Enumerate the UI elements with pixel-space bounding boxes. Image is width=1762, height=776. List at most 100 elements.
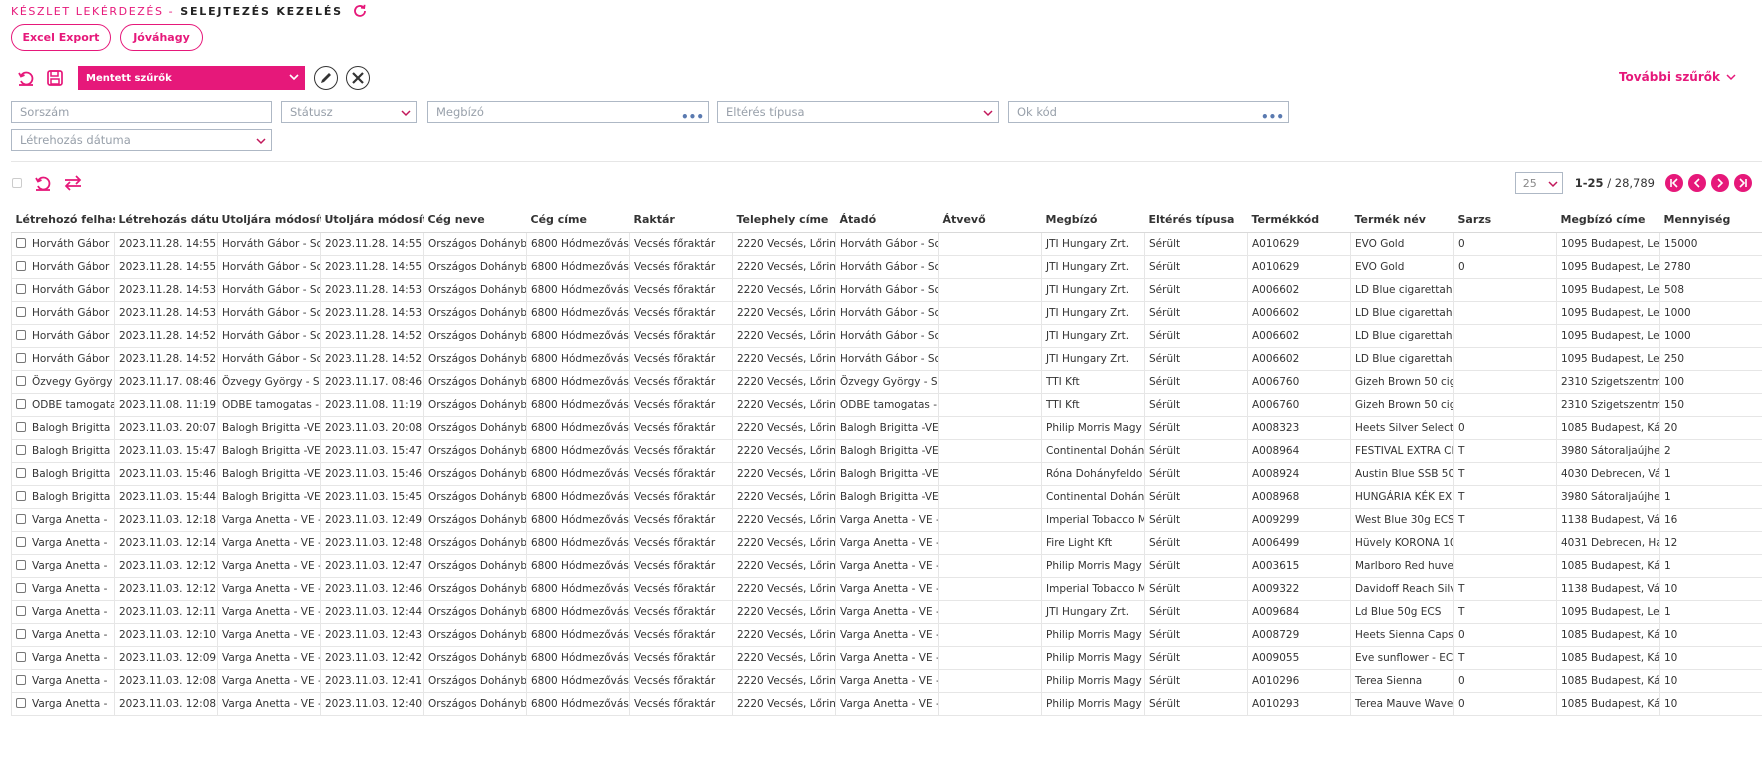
client-filter-input[interactable]: Megbízó ••• bbox=[427, 101, 709, 123]
table-row[interactable]: Balogh Brigitta 2023.11.03. 15:47: Balogh … bbox=[11, 439, 1762, 463]
table-row[interactable]: Horváth Gábor 2023.11.28. 14:55: Horváth G… bbox=[11, 232, 1762, 256]
table-cell: 1095 Budapest, Le bbox=[1556, 600, 1660, 624]
row-checkbox[interactable] bbox=[16, 651, 26, 662]
row-checkbox[interactable] bbox=[16, 260, 26, 271]
edit-filter-button[interactable] bbox=[314, 66, 338, 90]
row-checkbox[interactable] bbox=[16, 352, 26, 363]
delete-filter-button[interactable] bbox=[346, 66, 370, 90]
table-row[interactable]: Varga Anetta -2023.11.03. 12:10: Varga An… bbox=[11, 623, 1762, 647]
row-checkbox[interactable] bbox=[16, 582, 26, 593]
column-header[interactable]: Telephely címe bbox=[732, 207, 836, 233]
table-row[interactable]: Varga Anetta -2023.11.03. 12:18: Varga An… bbox=[11, 508, 1762, 532]
row-checkbox[interactable] bbox=[16, 444, 26, 455]
select-all-checkbox[interactable] bbox=[12, 178, 22, 188]
table-row[interactable]: Varga Anetta -2023.11.03. 12:14: Varga An… bbox=[11, 531, 1762, 555]
table-cell: Sérült bbox=[1144, 347, 1248, 371]
row-checkbox[interactable] bbox=[16, 605, 26, 616]
row-checkbox[interactable] bbox=[16, 513, 26, 524]
table-row[interactable]: Horváth Gábor 2023.11.28. 14:55: Horváth G… bbox=[11, 255, 1762, 279]
row-checkbox[interactable] bbox=[16, 697, 26, 708]
column-header[interactable]: Cég neve bbox=[423, 207, 527, 233]
column-header[interactable]: Megbízó bbox=[1041, 207, 1145, 233]
chevron-down-icon bbox=[1548, 181, 1558, 188]
column-header[interactable]: Létrehozó felhasználó bbox=[11, 207, 115, 233]
column-header[interactable]: Eltérés típusa bbox=[1144, 207, 1248, 233]
table-row[interactable]: Özvegy György 2023.11.17. 08:46: Özvegy Gy… bbox=[11, 370, 1762, 394]
table-row[interactable]: Horváth Gábor 2023.11.28. 14:53: Horváth G… bbox=[11, 278, 1762, 302]
column-header[interactable]: Utoljára módosítva bbox=[320, 207, 424, 233]
swap-columns-icon[interactable] bbox=[62, 172, 84, 194]
column-header[interactable]: Utoljára módosító bbox=[217, 207, 321, 233]
column-header[interactable]: Cég címe bbox=[526, 207, 630, 233]
table-row[interactable]: Balogh Brigitta 2023.11.03. 15:46: Balogh … bbox=[11, 462, 1762, 486]
excel-export-button[interactable]: Excel Export bbox=[11, 24, 111, 51]
status-filter-select[interactable]: Státusz bbox=[281, 101, 417, 123]
row-checkbox[interactable] bbox=[16, 674, 26, 685]
column-header[interactable]: Átvevő bbox=[938, 207, 1042, 233]
save-filter-icon[interactable] bbox=[44, 67, 66, 89]
table-row[interactable]: Balogh Brigitta 2023.11.03. 15:44: Balogh … bbox=[11, 485, 1762, 509]
row-checkbox[interactable] bbox=[16, 329, 26, 340]
table-row[interactable]: Balogh Brigitta 2023.11.03. 20:07: Balogh … bbox=[11, 416, 1762, 440]
table-cell: Sérült bbox=[1144, 508, 1248, 532]
column-header[interactable]: Sarzs bbox=[1453, 207, 1557, 233]
table-cell: 2023.11.03. 20:08: bbox=[320, 416, 424, 440]
column-header[interactable]: Átadó bbox=[835, 207, 939, 233]
column-header[interactable]: Raktár bbox=[629, 207, 733, 233]
table-cell: Balogh Brigitta -VE bbox=[217, 439, 321, 463]
row-checkbox[interactable] bbox=[16, 375, 26, 386]
column-header[interactable]: Termékkód bbox=[1247, 207, 1351, 233]
prev-page-button[interactable] bbox=[1688, 174, 1706, 192]
reset-filters-icon[interactable] bbox=[15, 67, 37, 89]
table-cell: Országos Dohányb bbox=[423, 462, 527, 486]
table-cell: 2023.11.28. 14:53: bbox=[114, 278, 218, 302]
chevron-down-icon bbox=[983, 110, 993, 117]
table-cell: Varga Anetta - bbox=[11, 646, 115, 670]
table-row[interactable]: Horváth Gábor 2023.11.28. 14:53: Horváth G… bbox=[11, 301, 1762, 325]
created-date-filter-select[interactable]: Létrehozás dátuma bbox=[11, 129, 272, 151]
table-cell: 6800 Hódmezővás bbox=[526, 439, 630, 463]
deviation-type-filter-select[interactable]: Eltérés típusa bbox=[717, 101, 999, 123]
column-header[interactable]: Létrehozás dátuma bbox=[114, 207, 218, 233]
table-row[interactable]: Horváth Gábor 2023.11.28. 14:52: Horváth G… bbox=[11, 324, 1762, 348]
saved-filters-label: Mentett szűrők bbox=[86, 72, 172, 84]
table-cell: 0 bbox=[1453, 692, 1557, 716]
table-row[interactable]: Varga Anetta -2023.11.03. 12:09: Varga An… bbox=[11, 646, 1762, 670]
table-row[interactable]: Varga Anetta -2023.11.03. 12:08: Varga An… bbox=[11, 669, 1762, 693]
row-checkbox[interactable] bbox=[16, 490, 26, 501]
table-row[interactable]: Varga Anetta -2023.11.03. 12:11: Varga An… bbox=[11, 600, 1762, 624]
row-checkbox[interactable] bbox=[16, 237, 26, 248]
table-row[interactable]: Varga Anetta -2023.11.03. 12:12: Varga An… bbox=[11, 577, 1762, 601]
table-cell: Varga Anetta - VE - bbox=[217, 646, 321, 670]
first-page-button[interactable] bbox=[1665, 174, 1683, 192]
row-checkbox[interactable] bbox=[16, 398, 26, 409]
row-checkbox[interactable] bbox=[16, 306, 26, 317]
column-header[interactable]: Megbízó címe bbox=[1556, 207, 1660, 233]
table-row[interactable]: ODBE tamogatas 2023.11.08. 11:19: ODBE tam… bbox=[11, 393, 1762, 417]
column-header[interactable]: Termék név bbox=[1350, 207, 1454, 233]
row-checkbox[interactable] bbox=[16, 467, 26, 478]
breadcrumb-parent[interactable]: KÉSZLET LEKÉRDEZÉS - bbox=[11, 5, 174, 18]
lookup-dots-icon[interactable]: ••• bbox=[1261, 111, 1284, 123]
table-row[interactable]: Varga Anetta -2023.11.03. 12:08: Varga An… bbox=[11, 692, 1762, 716]
table-cell: 1085 Budapest, Ká bbox=[1556, 669, 1660, 693]
table-row[interactable]: Varga Anetta -2023.11.03. 12:12: Varga An… bbox=[11, 554, 1762, 578]
lookup-dots-icon[interactable]: ••• bbox=[681, 111, 704, 123]
page-size-select[interactable]: 25 bbox=[1514, 172, 1563, 194]
row-checkbox[interactable] bbox=[16, 559, 26, 570]
serial-filter-input[interactable]: Sorszám bbox=[11, 101, 272, 123]
approve-button[interactable]: Jóváhagy bbox=[120, 24, 203, 51]
next-page-button[interactable] bbox=[1711, 174, 1729, 192]
more-filters-toggle[interactable]: További szűrők bbox=[1619, 70, 1736, 84]
row-checkbox[interactable] bbox=[16, 283, 26, 294]
row-checkbox[interactable] bbox=[16, 421, 26, 432]
reset-list-icon[interactable] bbox=[32, 172, 54, 194]
row-checkbox[interactable] bbox=[16, 536, 26, 547]
saved-filters-select[interactable]: Mentett szűrők bbox=[78, 66, 305, 90]
table-row[interactable]: Horváth Gábor 2023.11.28. 14:52: Horváth G… bbox=[11, 347, 1762, 371]
reason-code-filter-input[interactable]: Ok kód ••• bbox=[1008, 101, 1289, 123]
last-page-button[interactable] bbox=[1734, 174, 1752, 192]
row-checkbox[interactable] bbox=[16, 628, 26, 639]
refresh-icon[interactable] bbox=[352, 3, 368, 19]
column-header[interactable]: Mennyiség bbox=[1659, 207, 1762, 233]
